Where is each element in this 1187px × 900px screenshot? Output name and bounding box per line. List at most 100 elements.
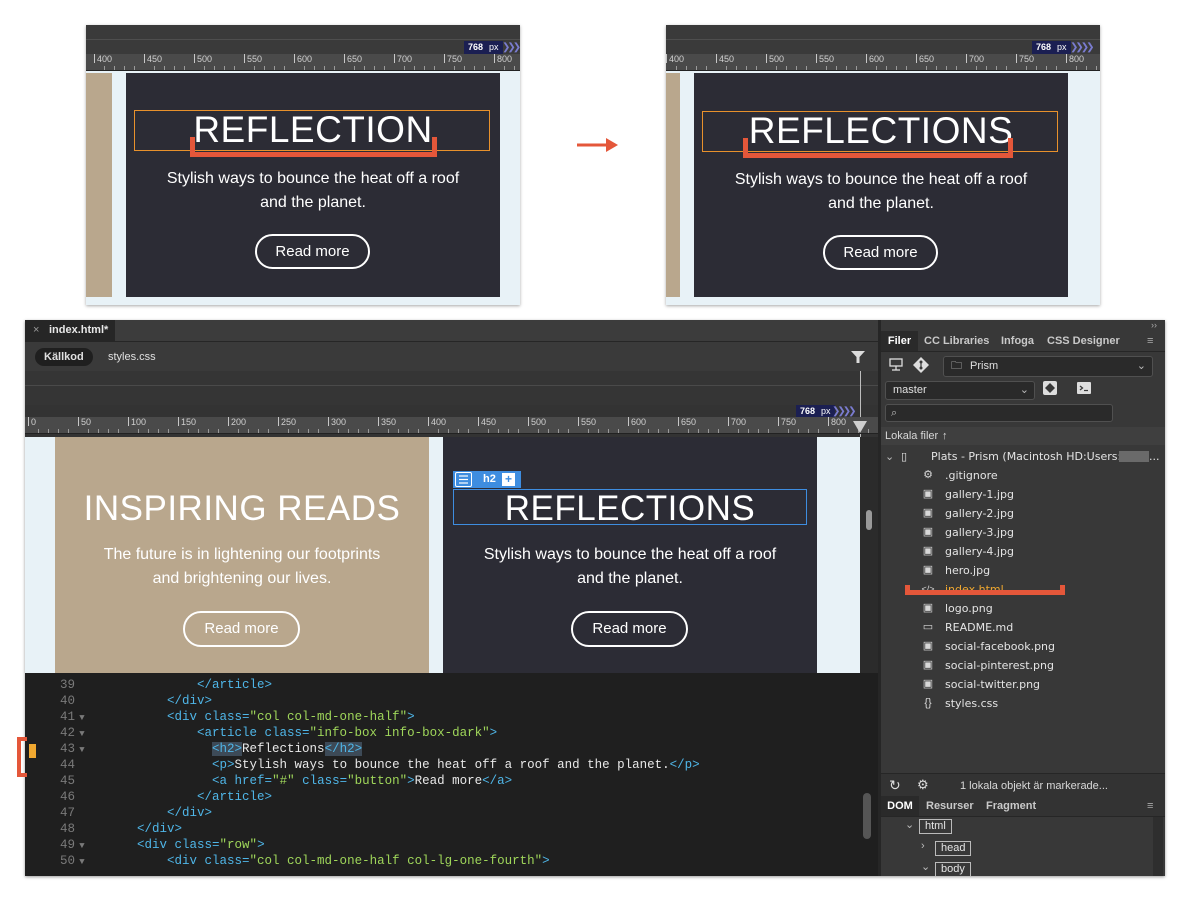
dom-node-html[interactable]: html bbox=[919, 819, 952, 834]
terminal-icon[interactable] bbox=[1075, 380, 1093, 398]
file-item[interactable]: README.md bbox=[945, 618, 1013, 637]
file-item[interactable]: gallery-1.jpg bbox=[945, 485, 1014, 504]
ruler-minor-tick bbox=[414, 66, 415, 70]
log-icon[interactable]: ⚙ bbox=[917, 777, 929, 793]
code-line[interactable]: 42 ▼ <article class="info-box info-box-da… bbox=[25, 725, 497, 741]
file-item[interactable]: logo.png bbox=[945, 599, 993, 618]
tab-cc-libraries[interactable]: CC Libraries bbox=[924, 331, 989, 351]
dom-scrollbar[interactable] bbox=[1153, 817, 1163, 876]
code-line[interactable]: 39 </article> bbox=[25, 677, 272, 693]
canvas-scrollbar[interactable] bbox=[860, 437, 878, 673]
code-line[interactable]: 46 </article> bbox=[25, 789, 272, 805]
code-line[interactable]: 40 </div> bbox=[25, 693, 212, 709]
chevron-down-icon[interactable]: ⌄ bbox=[905, 818, 914, 831]
tab-dom[interactable]: DOM bbox=[881, 796, 919, 816]
dom-node-body[interactable]: body bbox=[935, 862, 971, 876]
tab-insert[interactable]: Infoga bbox=[1001, 331, 1034, 351]
ruler-minor-tick bbox=[118, 429, 119, 433]
code-content: <div class="row"> bbox=[107, 838, 265, 852]
file-item[interactable]: gallery-3.jpg bbox=[945, 523, 1014, 542]
dom-node-head[interactable]: head bbox=[935, 841, 972, 856]
git-icon[interactable] bbox=[912, 357, 930, 375]
element-hud[interactable]: h2 + bbox=[453, 471, 521, 488]
code-line[interactable]: 44 <p>Stylish ways to bounce the heat of… bbox=[25, 757, 700, 773]
close-icon[interactable]: × bbox=[33, 320, 39, 341]
file-item[interactable]: social-twitter.png bbox=[945, 675, 1040, 694]
branch-select[interactable]: master ⌄ bbox=[885, 381, 1035, 400]
ruler-minor-tick bbox=[1026, 66, 1027, 70]
read-more-button[interactable]: Read more bbox=[183, 611, 300, 647]
fold-arrow-icon[interactable]: ▼ bbox=[75, 726, 89, 742]
read-more-button[interactable]: Read more bbox=[823, 235, 938, 270]
fold-arrow-icon[interactable]: ▼ bbox=[75, 742, 89, 758]
tab-files[interactable]: Filer bbox=[881, 331, 918, 351]
site-select[interactable]: 🗀 Prism ⌄ bbox=[943, 356, 1153, 377]
ruler-minor-tick bbox=[358, 429, 359, 433]
line-number: 41 bbox=[59, 710, 75, 724]
fold-arrow-icon[interactable]: ▼ bbox=[75, 710, 89, 726]
tab-assets[interactable]: Resurser bbox=[926, 796, 974, 816]
viewport-handle-icon[interactable] bbox=[852, 420, 868, 434]
code-line[interactable]: 47 </div> bbox=[25, 805, 212, 821]
local-files-header[interactable]: Lokala filer ↑ bbox=[881, 427, 1165, 445]
file-item[interactable]: social-facebook.png bbox=[945, 637, 1055, 656]
ruler-minor-tick bbox=[738, 429, 739, 433]
code-line[interactable]: 41 ▼ <div class="col col-md-one-half"> bbox=[25, 709, 415, 725]
ruler-minor-tick bbox=[454, 66, 455, 70]
files-panel: Filer CC Libraries Infoga CSS Designer ≡… bbox=[881, 320, 1165, 876]
code-token: "col col-md-one-half" bbox=[249, 710, 408, 724]
line-number: 40 bbox=[59, 694, 75, 708]
reflections-heading[interactable]: REFLECTIONS bbox=[443, 489, 817, 529]
styles-css-tab[interactable]: styles.css bbox=[99, 348, 165, 366]
file-item[interactable]: .gitignore bbox=[945, 466, 998, 485]
refresh-icon[interactable]: ↻ bbox=[889, 777, 901, 794]
file-item[interactable]: hero.jpg bbox=[945, 561, 990, 580]
panel-collapse-icon[interactable]: ›› bbox=[1151, 320, 1157, 330]
fold-arrow-icon[interactable]: ▼ bbox=[75, 854, 89, 870]
chevron-down-icon[interactable]: ⌄ bbox=[885, 447, 894, 466]
viewport-width-badge[interactable]: 768 px bbox=[464, 41, 503, 54]
tab-css-designer[interactable]: CSS Designer bbox=[1047, 331, 1120, 351]
file-item[interactable]: gallery-2.jpg bbox=[945, 504, 1014, 523]
ruler-minor-tick bbox=[124, 66, 125, 70]
code-view[interactable]: 39 </article> 40 </div> 41 ▼ <div class="co… bbox=[25, 673, 878, 876]
code-line[interactable]: 45 <a href="#" class="button">Read more<… bbox=[25, 773, 512, 789]
ruler-minor-tick bbox=[1006, 66, 1007, 70]
scrollbar-thumb[interactable] bbox=[866, 510, 872, 530]
site-root-row[interactable]: ⌄ ▯ Plats - Prism (Macintosh HD:Users: .… bbox=[881, 447, 1165, 466]
read-more-button[interactable]: Read more bbox=[571, 611, 688, 647]
search-icon: ⌕ bbox=[891, 407, 898, 419]
document-tab[interactable]: × index.html* bbox=[25, 320, 115, 341]
read-more-button[interactable]: Read more bbox=[255, 234, 370, 269]
code-line[interactable]: 43 ▼ <h2>Reflections</h2> bbox=[25, 741, 363, 758]
git-sync-icon[interactable] bbox=[1041, 380, 1059, 398]
file-item[interactable]: social-pinterest.png bbox=[945, 656, 1054, 675]
hud-add-class-icon[interactable]: + bbox=[502, 473, 515, 486]
ruler-tick-label: 500 bbox=[194, 54, 212, 64]
viewport-width-badge[interactable]: 768 px bbox=[1032, 41, 1071, 54]
ruler-minor-tick bbox=[214, 66, 215, 70]
ruler-minor-tick bbox=[746, 66, 747, 70]
panel-menu-icon[interactable]: ≡ bbox=[1147, 331, 1153, 351]
code-scrollbar-thumb[interactable] bbox=[863, 793, 871, 839]
ruler-minor-tick bbox=[298, 429, 299, 433]
hud-menu-icon[interactable] bbox=[455, 472, 472, 487]
file-item[interactable]: styles.css bbox=[945, 694, 998, 713]
filter-icon[interactable] bbox=[851, 350, 865, 364]
source-code-tab[interactable]: Källkod bbox=[35, 348, 93, 366]
code-line[interactable]: 50 ▼ <div class="col col-md-one-half col-… bbox=[25, 853, 550, 869]
fold-arrow-icon[interactable]: ▼ bbox=[75, 838, 89, 854]
connect-server-icon[interactable] bbox=[887, 357, 905, 375]
code-line[interactable]: 48 </div> bbox=[25, 821, 182, 837]
preview-after: 768 px ❯❯❯❯ 400 450 500 550 600 650 700 750 800 R… bbox=[666, 25, 1100, 305]
panel-divider[interactable] bbox=[878, 320, 881, 876]
code-token: class= bbox=[264, 726, 310, 740]
chevron-down-icon[interactable]: ⌄ bbox=[921, 860, 930, 873]
panel-menu-icon[interactable]: ≡ bbox=[1147, 796, 1153, 816]
tab-snippets[interactable]: Fragment bbox=[986, 796, 1036, 816]
file-search-input[interactable]: ⌕ bbox=[885, 404, 1113, 422]
code-line[interactable]: 49 ▼ <div class="row"> bbox=[25, 837, 265, 853]
file-item[interactable]: gallery-4.jpg bbox=[945, 542, 1014, 561]
chevron-right-icon[interactable]: › bbox=[921, 840, 925, 852]
gear-file-icon: ⚙ bbox=[923, 469, 933, 481]
